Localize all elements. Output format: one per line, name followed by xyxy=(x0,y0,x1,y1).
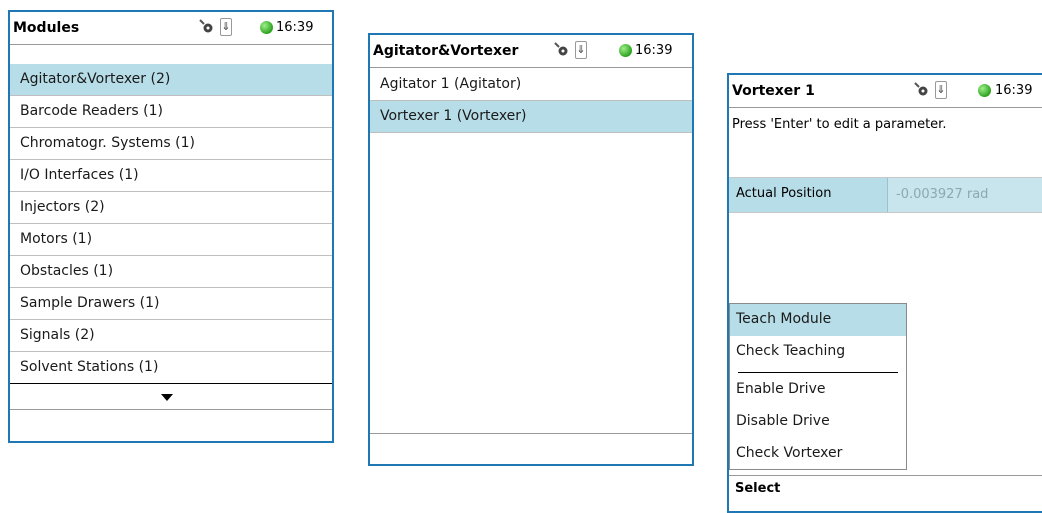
status-ok-icon xyxy=(619,44,632,57)
agitator-vortexer-screen: Agitator&Vortexer ⇓ 16:39 Agitator 1 (Ag… xyxy=(368,33,694,466)
module-item-injectors[interactable]: Injectors (2) xyxy=(10,192,332,224)
vortexer-screen: Vortexer 1 ⇓ 16:39 Press 'Enter' to edit… xyxy=(727,73,1042,513)
module-item-barcode-readers[interactable]: Barcode Readers (1) xyxy=(10,96,332,128)
clock: 16:39 xyxy=(635,43,673,58)
parameter-value-field[interactable]: -0.003927 rad xyxy=(887,178,1042,212)
softkey-bar xyxy=(370,433,692,434)
screen-title: Agitator&Vortexer xyxy=(373,43,519,59)
menu-separator xyxy=(738,372,898,373)
menu-item-disable-drive[interactable]: Disable Drive xyxy=(730,406,906,438)
hint-text: Press 'Enter' to edit a parameter. xyxy=(732,117,947,132)
module-item-io-interfaces[interactable]: I/O Interfaces (1) xyxy=(10,160,332,192)
softkey-select[interactable]: Select xyxy=(735,481,780,496)
module-item-solvent-stations[interactable]: Solvent Stations (1) xyxy=(10,352,332,384)
scroll-down-arrow-icon[interactable] xyxy=(161,394,173,401)
modules-screen: Modules ⇓ 16:39 Agitator&Vortexer (2) Ba… xyxy=(8,10,334,443)
clock: 16:39 xyxy=(276,20,314,35)
clock: 16:39 xyxy=(995,83,1033,98)
title-bar: Agitator&Vortexer ⇓ 16:39 xyxy=(370,35,692,68)
parameter-row-actual-position[interactable]: Actual Position -0.003927 rad xyxy=(729,177,1042,213)
screen-title: Vortexer 1 xyxy=(732,83,815,99)
menu-item-teach-module[interactable]: Teach Module xyxy=(730,304,906,336)
tool-icon xyxy=(198,18,214,34)
module-item-sample-drawers[interactable]: Sample Drawers (1) xyxy=(10,288,332,320)
device-item-agitator-1[interactable]: Agitator 1 (Agitator) xyxy=(370,69,692,101)
context-menu: Teach Module Check Teaching Enable Drive… xyxy=(729,303,907,470)
tool-icon xyxy=(913,81,929,97)
usb-icon: ⇓ xyxy=(575,41,587,59)
title-bar: Modules ⇓ 16:39 xyxy=(10,12,332,45)
usb-icon: ⇓ xyxy=(935,81,947,99)
menu-item-enable-drive[interactable]: Enable Drive xyxy=(730,374,906,406)
module-item-agitator-vortexer[interactable]: Agitator&Vortexer (2) xyxy=(10,64,332,96)
usb-icon: ⇓ xyxy=(220,18,232,36)
module-item-obstacles[interactable]: Obstacles (1) xyxy=(10,256,332,288)
parameter-label: Actual Position xyxy=(736,186,832,201)
device-item-vortexer-1[interactable]: Vortexer 1 (Vortexer) xyxy=(370,101,692,133)
screen-title: Modules xyxy=(13,20,80,36)
menu-item-check-vortexer[interactable]: Check Vortexer xyxy=(730,438,906,470)
softkey-bar: Select xyxy=(729,475,1042,496)
title-bar: Vortexer 1 ⇓ 16:39 xyxy=(729,75,1042,108)
menu-item-check-teaching[interactable]: Check Teaching xyxy=(730,336,906,368)
tool-icon xyxy=(553,41,569,57)
status-ok-icon xyxy=(978,84,991,97)
module-item-motors[interactable]: Motors (1) xyxy=(10,224,332,256)
status-ok-icon xyxy=(260,21,273,34)
module-item-chromatogr-systems[interactable]: Chromatogr. Systems (1) xyxy=(10,128,332,160)
softkey-bar xyxy=(10,409,332,410)
module-item-signals[interactable]: Signals (2) xyxy=(10,320,332,352)
parameter-value: -0.003927 rad xyxy=(896,187,989,202)
